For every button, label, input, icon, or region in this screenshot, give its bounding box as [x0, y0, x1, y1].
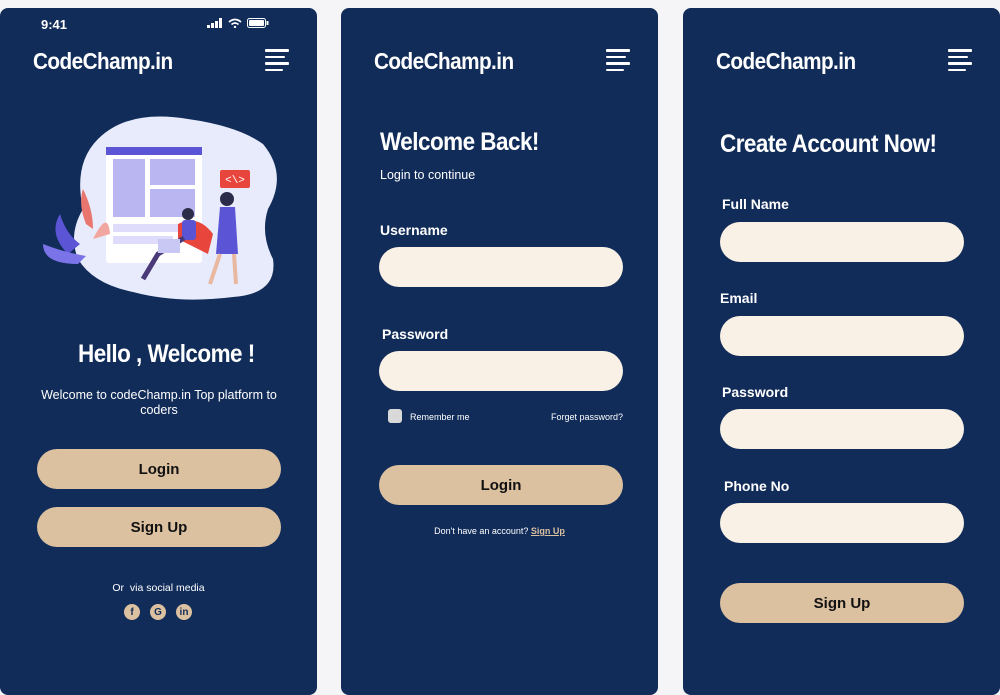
- google-icon[interactable]: G: [150, 604, 166, 620]
- password-label: Password: [722, 384, 789, 400]
- wifi-icon: [228, 18, 242, 28]
- remember-checkbox[interactable]: [388, 409, 402, 423]
- login-screen: CodeChamp.in Welcome Back! Login to cont…: [341, 8, 658, 695]
- welcome-title: Hello , Welcome !: [78, 340, 255, 368]
- username-input[interactable]: [379, 247, 623, 287]
- linkedin-icon[interactable]: in: [176, 604, 192, 620]
- hamburger-menu-icon[interactable]: [948, 49, 972, 75]
- brand-logo: CodeChamp.in: [33, 48, 173, 74]
- welcome-screen: 9:41 CodeChamp.in <\> Hello , Welcome !: [0, 8, 317, 695]
- email-label: Email: [720, 290, 758, 306]
- password-input[interactable]: [379, 351, 623, 391]
- no-account-text: Don't have an account? Sign Up: [341, 526, 658, 536]
- social-icons: f G in: [124, 604, 192, 620]
- brand-logo: CodeChamp.in: [374, 48, 514, 74]
- no-account-label: Don't have an account?: [434, 526, 529, 536]
- code-badge-text: <\>: [225, 175, 245, 187]
- phone-input[interactable]: [720, 503, 964, 543]
- signal-icon: [207, 18, 222, 28]
- battery-icon: [247, 18, 269, 28]
- hamburger-menu-icon[interactable]: [606, 49, 630, 75]
- facebook-icon[interactable]: f: [124, 604, 140, 620]
- status-time: 9:41: [41, 17, 68, 32]
- register-title: Create Account Now!: [720, 130, 937, 158]
- fullname-label: Full Name: [722, 196, 789, 212]
- welcome-subtitle: Welcome to codeChamp.in Top platform to …: [41, 388, 277, 417]
- password-input[interactable]: [720, 409, 964, 449]
- login-submit-button[interactable]: Login: [379, 465, 623, 505]
- email-input[interactable]: [720, 316, 964, 356]
- welcome-illustration: <\>: [43, 116, 277, 300]
- password-label: Password: [382, 326, 449, 342]
- remember-label: Remember me: [410, 412, 470, 422]
- login-button[interactable]: Login: [37, 449, 281, 489]
- register-screen: CodeChamp.in Create Account Now! Full Na…: [683, 8, 1000, 695]
- fullname-input[interactable]: [720, 222, 964, 262]
- hamburger-menu-icon[interactable]: [265, 49, 289, 75]
- status-icons: [207, 18, 269, 28]
- forgot-password-link[interactable]: Forget password?: [551, 412, 623, 422]
- phone-label: Phone No: [724, 478, 790, 494]
- social-media-text: Or via social media: [112, 582, 205, 594]
- login-title: Welcome Back!: [380, 128, 539, 156]
- register-submit-button[interactable]: Sign Up: [720, 583, 964, 623]
- signup-link[interactable]: Sign Up: [531, 526, 565, 536]
- status-bar: 9:41: [41, 17, 269, 32]
- login-subtitle: Login to continue: [380, 168, 476, 182]
- signup-button[interactable]: Sign Up: [37, 507, 281, 547]
- brand-logo: CodeChamp.in: [716, 48, 856, 74]
- username-label: Username: [380, 222, 448, 238]
